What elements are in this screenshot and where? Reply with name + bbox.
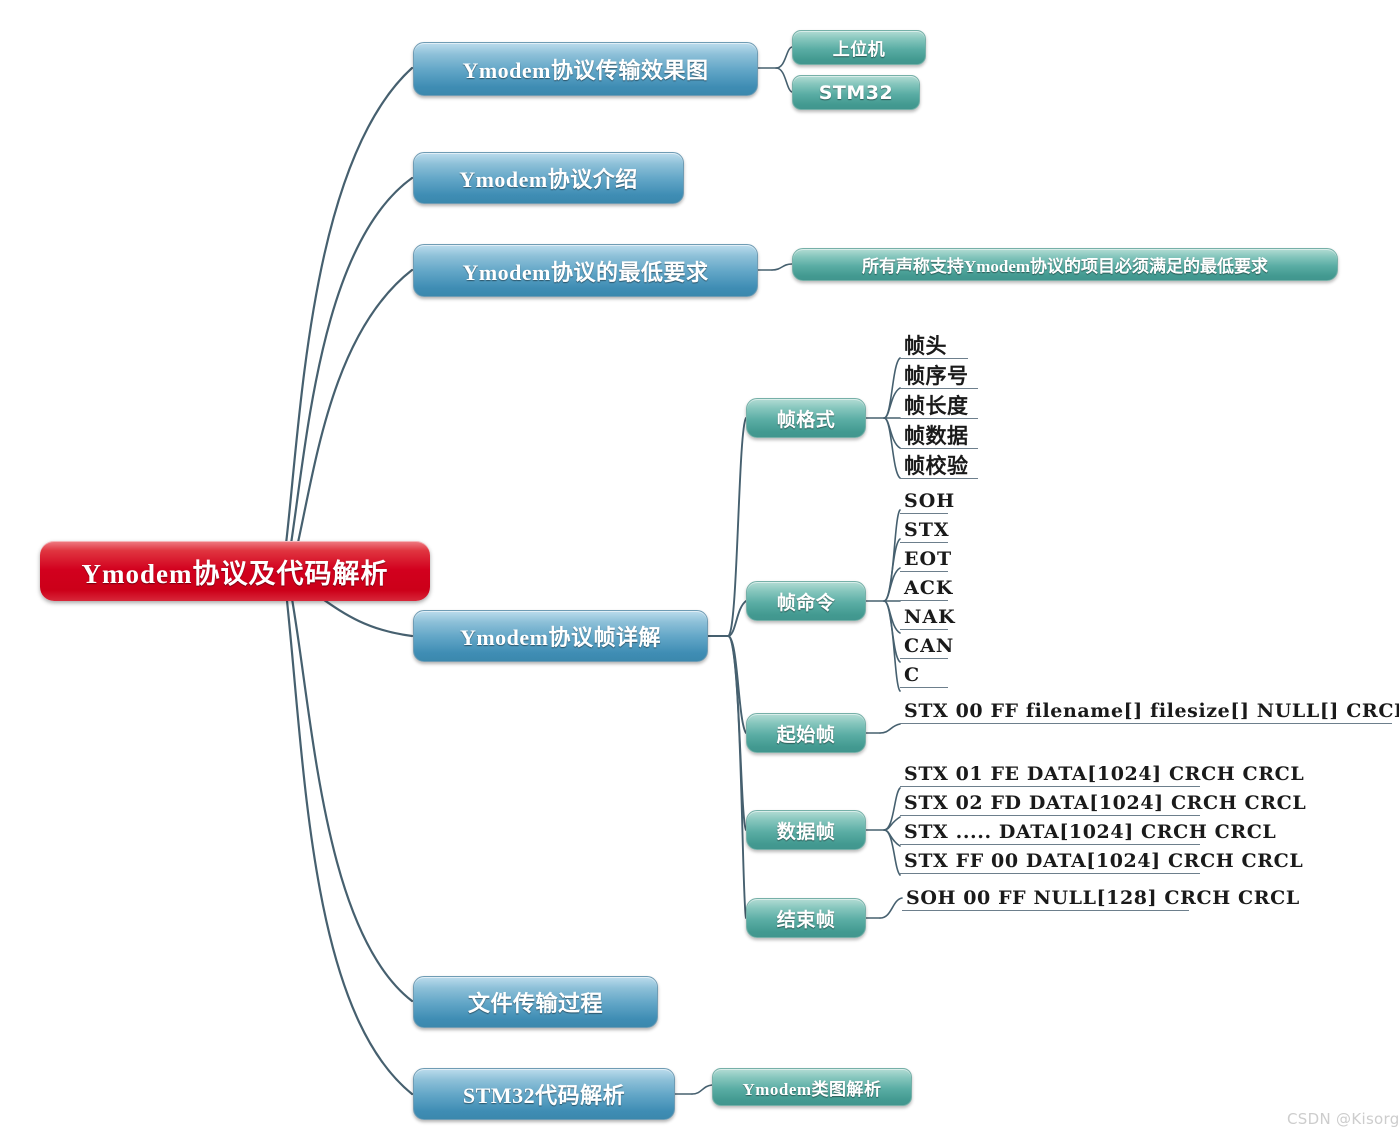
branch-node-stm32-code-analysis[interactable]: STM32代码解析 bbox=[413, 1068, 675, 1120]
leaf-node-min-req-note[interactable]: 所有声称支持Ymodem协议的项目必须满足的最低要求 bbox=[792, 248, 1338, 281]
leaf-text-frame-seq: 帧序号 bbox=[900, 365, 978, 390]
root-node-label: Ymodem协议及代码解析 bbox=[81, 558, 389, 589]
subbranch-node-end-frame[interactable]: 结束帧 bbox=[746, 898, 866, 938]
leaf-text-eot: EOT bbox=[900, 549, 951, 572]
subbranch-label: 数据帧 bbox=[776, 821, 836, 843]
subbranch-label: 结束帧 bbox=[776, 909, 836, 931]
branch-node-frame-details[interactable]: Ymodem协议帧详解 bbox=[413, 610, 708, 662]
leaf-text-c: C bbox=[900, 665, 948, 688]
branch-node-file-transfer-process[interactable]: 文件传输过程 bbox=[413, 976, 658, 1028]
leaf-text-nak: NAK bbox=[900, 607, 955, 630]
leaf-text-data-frame-1: STX 01 FE DATA[1024] CRCH CRCL bbox=[900, 764, 1304, 787]
branch-label: Ymodem协议介绍 bbox=[459, 167, 638, 192]
leaf-text-frame-check: 帧校验 bbox=[900, 455, 978, 480]
branch-label: STM32代码解析 bbox=[462, 1083, 626, 1108]
leaf-node-stm32[interactable]: STM32 bbox=[792, 75, 920, 110]
subbranch-label: 帧格式 bbox=[776, 409, 836, 431]
branch-node-minimum-requirements[interactable]: Ymodem协议的最低要求 bbox=[413, 244, 758, 297]
subbranch-node-frame-format[interactable]: 帧格式 bbox=[746, 398, 866, 438]
root-node[interactable]: Ymodem协议及代码解析 bbox=[40, 541, 430, 601]
leaf-node-label: 上位机 bbox=[832, 40, 886, 59]
branch-node-transfer-effect[interactable]: Ymodem协议传输效果图 bbox=[413, 42, 758, 96]
leaf-text-frame-data: 帧数据 bbox=[900, 425, 978, 450]
branch-node-protocol-intro[interactable]: Ymodem协议介绍 bbox=[413, 152, 684, 204]
branch-label: Ymodem协议传输效果图 bbox=[462, 58, 709, 83]
leaf-text-data-frame-4: STX FF 00 DATA[1024] CRCH CRCL bbox=[900, 851, 1303, 874]
subbranch-node-start-frame[interactable]: 起始帧 bbox=[746, 713, 866, 753]
subbranch-node-data-frame[interactable]: 数据帧 bbox=[746, 810, 866, 850]
leaf-node-label: Ymodem类图解析 bbox=[742, 1079, 882, 1099]
leaf-text-can: CAN bbox=[900, 636, 953, 659]
leaf-node-ymodem-class-diagram[interactable]: Ymodem类图解析 bbox=[712, 1068, 912, 1106]
watermark: CSDN @Kisorge bbox=[1287, 1110, 1399, 1128]
leaf-node-label: STM32 bbox=[818, 81, 894, 104]
mindmap-canvas: Ymodem协议及代码解析 Ymodem协议传输效果图 Ymodem协议介绍 Y… bbox=[0, 0, 1399, 1137]
leaf-text-ack: ACK bbox=[900, 578, 952, 601]
branch-label: Ymodem协议的最低要求 bbox=[462, 259, 709, 285]
subbranch-label: 起始帧 bbox=[776, 724, 836, 746]
subbranch-node-frame-commands[interactable]: 帧命令 bbox=[746, 581, 866, 621]
subbranch-label: 帧命令 bbox=[776, 592, 836, 614]
branch-label: 文件传输过程 bbox=[467, 991, 603, 1016]
leaf-text-frame-length: 帧长度 bbox=[900, 395, 978, 420]
leaf-text-start-frame-format: STX 00 FF filename[] filesize[] NULL[] C… bbox=[900, 701, 1399, 724]
leaf-text-frame-header: 帧头 bbox=[900, 335, 968, 360]
leaf-text-stx: STX bbox=[900, 520, 949, 543]
leaf-text-data-frame-3: STX ..... DATA[1024] CRCH CRCL bbox=[900, 822, 1276, 845]
leaf-node-host-pc[interactable]: 上位机 bbox=[792, 30, 926, 65]
leaf-text-data-frame-2: STX 02 FD DATA[1024] CRCH CRCL bbox=[900, 793, 1306, 816]
branch-label: Ymodem协议帧详解 bbox=[459, 625, 662, 650]
leaf-text-soh: SOH bbox=[900, 491, 954, 514]
leaf-text-end-frame-format: SOH 00 FF NULL[128] CRCH CRCL bbox=[902, 888, 1299, 911]
leaf-node-label: 所有声称支持Ymodem协议的项目必须满足的最低要求 bbox=[861, 257, 1269, 276]
